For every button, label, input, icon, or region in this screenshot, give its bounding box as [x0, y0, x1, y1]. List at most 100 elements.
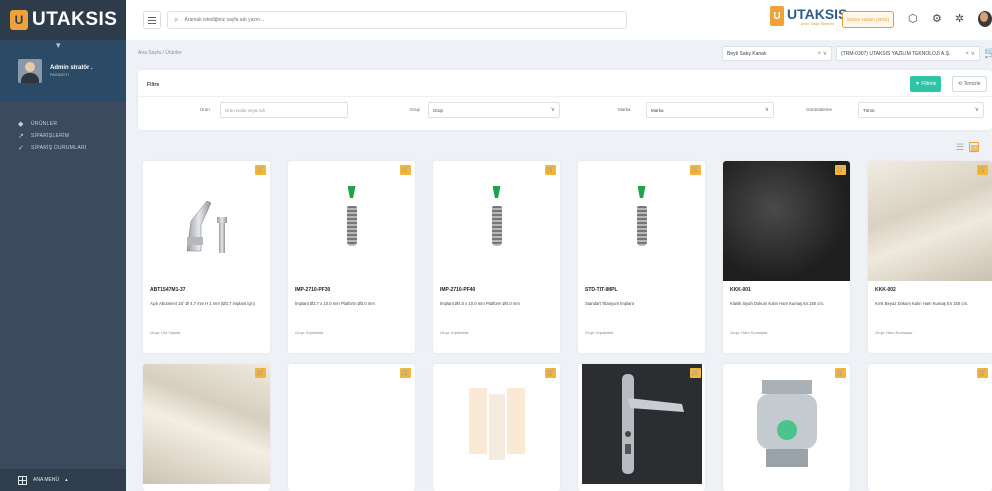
filter-button[interactable]: ▼ Filtrele — [910, 76, 942, 92]
chevron-down-icon: ∨ — [974, 107, 979, 113]
user-panel[interactable]: ▾ Admin stratör . PASSAYTI — [0, 40, 126, 102]
brand-logo: U UTAKSIS Ürün Takip Sistemi — [770, 6, 847, 26]
product-image — [143, 161, 270, 281]
product-filter-placeholder: Ürün Kodu veya Adı — [225, 107, 266, 113]
list-view-icon[interactable]: ☰ — [956, 142, 966, 152]
product-image — [578, 161, 705, 281]
user-avatar[interactable] — [978, 11, 992, 27]
brand-name: UTAKSIS — [787, 5, 848, 22]
product-group: Grup: İmplantlar — [295, 330, 324, 335]
product-card[interactable]: 🛒 STD-TIT-IMPL Standart Titanyum İmplant… — [578, 161, 705, 353]
filter-button-label: Filtrele — [921, 81, 937, 87]
clear-button-label: Temizle — [963, 81, 981, 87]
logo-text: UTAKSIS — [32, 9, 118, 30]
clear-icon: ⟲ — [958, 81, 963, 87]
product-card[interactable]: 🛒 KKK-002 Kırık Beyaz Dokum Kalın Ham Ku… — [868, 161, 992, 353]
gear-icon[interactable]: ✲ — [955, 12, 964, 25]
cart-icon[interactable]: 🛒 — [984, 46, 992, 59]
filter-panel: Filtre ▼ Filtrele ⟲ Temizle Ürün Ürün Ko… — [138, 70, 992, 130]
clear-chevron-icon[interactable]: × ∨ — [965, 50, 975, 57]
product-code: KKK-002 — [875, 287, 896, 293]
product-card[interactable]: 🛒 KKK-001 Klasik Siyah Dokum Kalın Ham K… — [723, 161, 850, 353]
add-to-cart-icon[interactable]: 🛒 — [255, 368, 266, 378]
sidebar-item-label: ÜRÜNLER — [31, 121, 58, 127]
product-card[interactable]: 🛒 — [433, 364, 560, 491]
grid-view-icon[interactable]: ▦ — [969, 142, 979, 153]
grid-icon — [18, 475, 27, 485]
camera-image — [756, 380, 817, 467]
search-box[interactable]: ⌕ — [167, 11, 627, 29]
add-to-cart-icon[interactable]: 🛒 — [977, 165, 988, 175]
product-code: IMP-2710-PF30 — [295, 287, 331, 293]
product-group: Grup: Ham Kumaşlar — [730, 330, 768, 335]
sidebar-item-orders[interactable]: ↗ SİPARİŞLERİM — [0, 130, 126, 142]
settings-icon[interactable]: ⚙ — [932, 12, 942, 25]
brand-filter-label: Marka — [618, 107, 631, 112]
add-to-cart-icon[interactable]: 🛒 — [400, 165, 411, 175]
product-card[interactable]: 🛒 — [578, 364, 705, 491]
add-to-cart-icon[interactable]: 🛒 — [545, 368, 556, 378]
brand-filter-value: Marka — [651, 107, 664, 113]
add-to-cart-icon[interactable]: 🛒 — [400, 368, 411, 378]
product-card[interactable]: 🛒 IMP-2710-PF30 İmplant Ø3.7 x 10.0 mm P… — [288, 161, 415, 353]
fabric-image — [868, 161, 992, 281]
product-card[interactable]: 🛒 ABT1547M1-37 Açılı Abutment 15° Ø 4.7 … — [143, 161, 270, 353]
sidebar-item-label: SİPARİŞLERİM — [31, 133, 70, 139]
release-notes-button[interactable]: Sürüm Notları (2024) — [842, 11, 895, 28]
product-image — [578, 364, 705, 484]
sales-channel-select[interactable]: Beyti Satış Kanalı × ∨ — [722, 46, 832, 61]
sidebar-item-products[interactable]: ◆ ÜRÜNLER — [0, 118, 126, 130]
filter-icon: ▼ — [915, 81, 920, 87]
product-image — [433, 161, 560, 281]
clear-chevron-icon[interactable]: × ∨ — [817, 50, 827, 57]
product-image — [868, 161, 992, 281]
logo[interactable]: U UTAKSIS — [0, 0, 126, 40]
divider — [138, 96, 992, 97]
chevron-up-icon: ▴ — [65, 477, 68, 483]
chevron-down-icon[interactable]: ▾ — [56, 40, 61, 51]
view-filter-label: Görüntüleme — [806, 107, 833, 112]
abutment-image — [186, 200, 227, 253]
add-to-cart-icon[interactable]: 🛒 — [835, 165, 846, 175]
brand-filter-select[interactable]: Marka ∨ — [646, 102, 774, 118]
product-image — [143, 364, 270, 484]
group-filter-label: Grup — [410, 107, 421, 112]
search-input[interactable] — [184, 17, 605, 23]
sidebar-item-order-status[interactable]: ✓ SİPARİŞ DURUMLARI — [0, 142, 126, 154]
main-menu-button[interactable]: ANA MENÜ ▴ — [0, 469, 126, 491]
cube-icon[interactable]: ⬡ — [908, 12, 918, 25]
product-card[interactable]: 🛒 — [288, 364, 415, 491]
company-select[interactable]: (TRM-0307) UTAKSIS YAZILIM TEKNOLOJİ A.Ş… — [836, 46, 980, 61]
chevron-down-icon: ∨ — [764, 107, 769, 113]
group-filter-select[interactable]: Grup ∨ — [428, 102, 560, 118]
add-to-cart-icon[interactable]: 🛒 — [690, 368, 701, 378]
add-to-cart-icon[interactable]: 🛒 — [690, 165, 701, 175]
product-group: Grup: İmplantlar — [440, 330, 469, 335]
product-description: Açılı Abutment 15° Ø 4.7 mm H 1 mm (Ø3.7… — [150, 301, 256, 306]
product-card[interactable]: 🛒 — [143, 364, 270, 491]
clear-button[interactable]: ⟲ Temizle — [952, 76, 987, 92]
product-card[interactable]: 🛒 IMP-2710-PF40 İmplant Ø4.0 x 10.0 mm P… — [433, 161, 560, 353]
product-group: Grup: Üst Yapılar — [150, 330, 181, 335]
product-card[interactable]: 🛒 — [723, 364, 850, 491]
add-to-cart-icon[interactable]: 🛒 — [255, 165, 266, 175]
sidebar: U UTAKSIS ▾ Admin stratör . PASSAYTI ◆ Ü… — [0, 0, 126, 491]
add-to-cart-icon[interactable]: 🛒 — [977, 368, 988, 378]
product-description: Kırık Beyaz Dokum Kalın Ham Kumaş En 150… — [875, 301, 969, 306]
product-image — [288, 161, 415, 281]
chevron-down-icon: ∨ — [550, 107, 555, 113]
breadcrumb: Ana Sayfa / Ürünler — [138, 50, 182, 56]
product-card[interactable]: 🛒 — [868, 364, 992, 491]
main-menu-label: ANA MENÜ — [33, 477, 60, 483]
add-to-cart-icon[interactable]: 🛒 — [545, 165, 556, 175]
view-filter-select[interactable]: Tümü ∨ — [858, 102, 984, 118]
product-code: STD-TIT-IMPL — [585, 287, 618, 293]
product-code: ABT1547M1-37 — [150, 287, 186, 293]
trend-icon: ↗ — [18, 132, 25, 140]
product-filter-input[interactable]: Ürün Kodu veya Adı — [220, 102, 348, 118]
add-to-cart-icon[interactable]: 🛒 — [835, 368, 846, 378]
product-filter-label: Ürün — [200, 107, 210, 112]
menu-toggle-button[interactable] — [143, 11, 161, 29]
view-toggle: ☰ ▦ — [956, 142, 979, 153]
product-code: KKK-001 — [730, 287, 751, 293]
